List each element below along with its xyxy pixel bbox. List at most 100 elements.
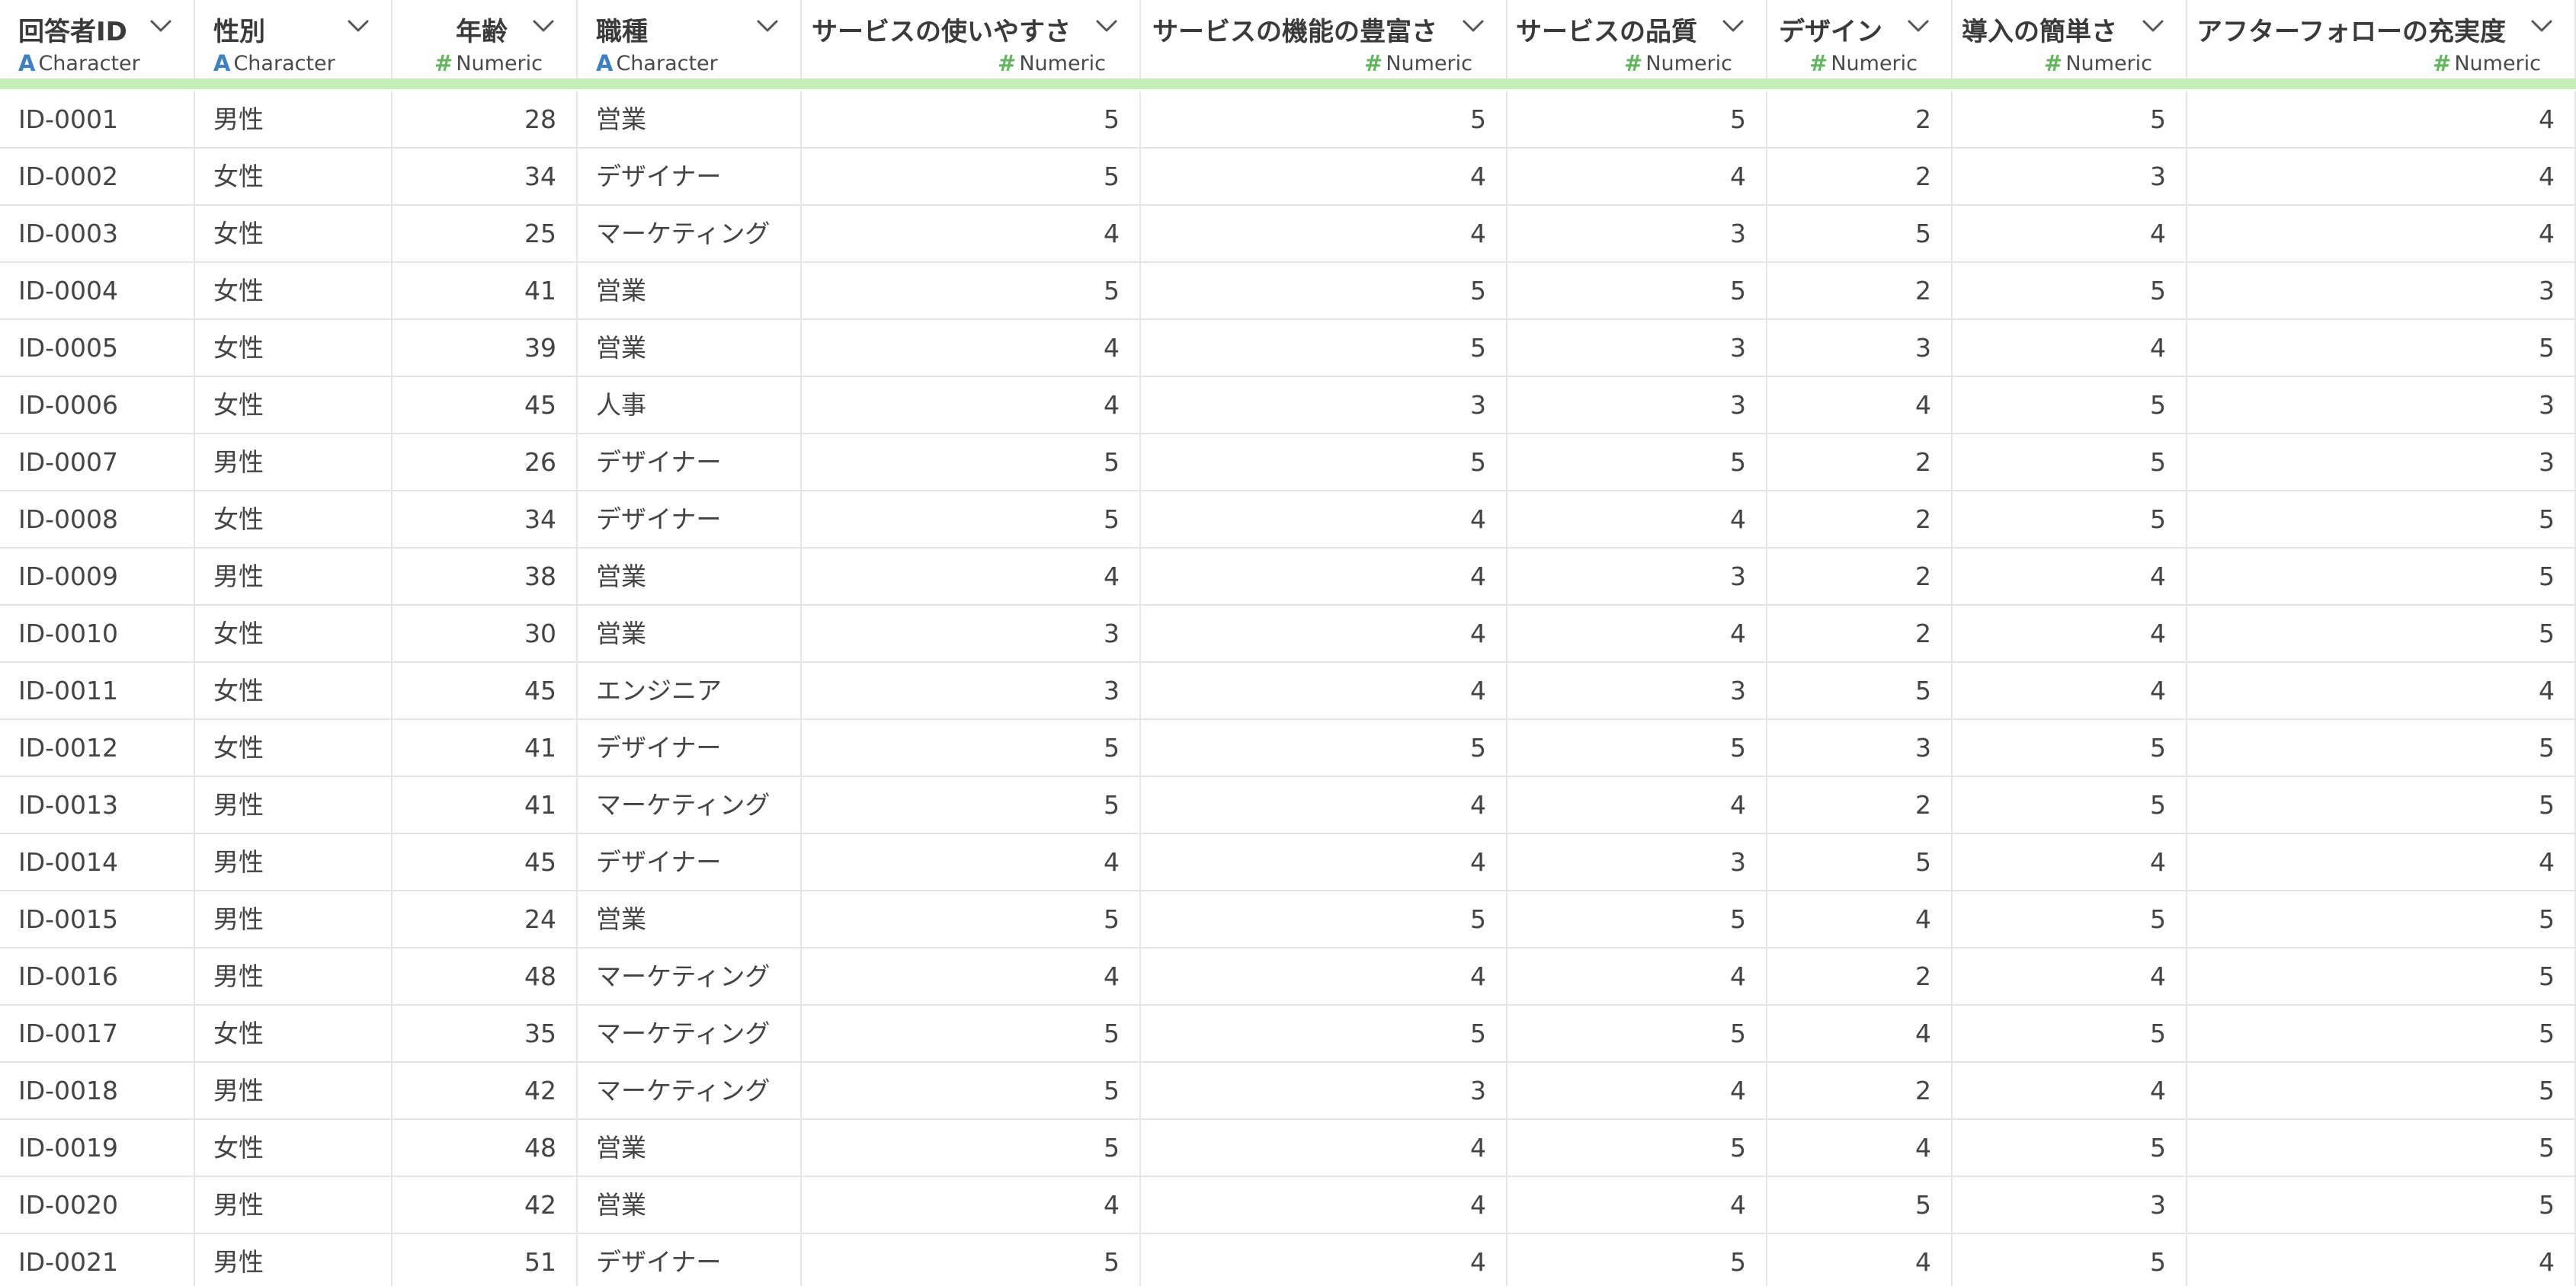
table-cell[interactable]: 営業 — [578, 606, 802, 661]
table-cell[interactable]: 41 — [392, 777, 578, 833]
table-cell[interactable]: 3 — [1507, 320, 1767, 376]
table-cell[interactable]: 30 — [392, 606, 578, 661]
table-cell[interactable]: 4 — [1953, 663, 2187, 718]
table-cell[interactable]: 4 — [1953, 606, 2187, 661]
table-cell[interactable]: 5 — [802, 777, 1141, 833]
table-cell[interactable]: 5 — [1141, 720, 1507, 776]
table-cell[interactable]: ID-0020 — [0, 1177, 195, 1233]
table-cell[interactable]: ID-0013 — [0, 777, 195, 833]
column-header[interactable]: デザイン # Numeric — [1767, 0, 1953, 78]
table-row[interactable]: ID-0010 女性 30 営業 3 4 4 2 4 5 — [0, 606, 2576, 663]
table-cell[interactable]: 2 — [1767, 1063, 1953, 1118]
table-cell[interactable]: 男性 — [195, 91, 392, 147]
table-cell[interactable]: 5 — [802, 434, 1141, 490]
table-cell[interactable]: 3 — [1507, 549, 1767, 604]
table-cell[interactable]: デザイナー — [578, 1234, 802, 1286]
table-cell[interactable]: 26 — [392, 434, 578, 490]
table-cell[interactable]: 45 — [392, 663, 578, 718]
table-cell[interactable]: 5 — [2187, 1177, 2576, 1233]
table-cell[interactable]: 5 — [802, 1063, 1141, 1118]
table-cell[interactable]: 男性 — [195, 891, 392, 947]
table-cell[interactable]: 2 — [1767, 91, 1953, 147]
table-cell[interactable]: 5 — [802, 1006, 1141, 1061]
table-cell[interactable]: ID-0003 — [0, 206, 195, 261]
table-cell[interactable]: 25 — [392, 206, 578, 261]
table-cell[interactable]: 4 — [802, 320, 1141, 376]
table-cell[interactable]: 5 — [1953, 263, 2187, 318]
table-cell[interactable]: 4 — [1141, 491, 1507, 547]
table-cell[interactable]: デザイナー — [578, 834, 802, 890]
table-cell[interactable]: ID-0015 — [0, 891, 195, 947]
table-cell[interactable]: マーケティング — [578, 206, 802, 261]
table-cell[interactable]: 24 — [392, 891, 578, 947]
table-cell[interactable]: 4 — [1953, 549, 2187, 604]
table-cell[interactable]: 営業 — [578, 91, 802, 147]
table-cell[interactable]: デザイナー — [578, 434, 802, 490]
table-cell[interactable]: 4 — [1141, 549, 1507, 604]
table-cell[interactable]: 5 — [1507, 1234, 1767, 1286]
table-cell[interactable]: 4 — [1141, 834, 1507, 890]
column-header[interactable]: サービスの品質 # Numeric — [1507, 0, 1767, 78]
table-cell[interactable]: 5 — [1141, 891, 1507, 947]
chevron-down-icon[interactable] — [1722, 18, 1745, 34]
table-cell[interactable]: ID-0018 — [0, 1063, 195, 1118]
table-cell[interactable]: 4 — [1767, 377, 1953, 433]
table-cell[interactable]: 4 — [1507, 491, 1767, 547]
chevron-down-icon[interactable] — [347, 18, 370, 34]
table-cell[interactable]: 3 — [1507, 834, 1767, 890]
table-cell[interactable]: 女性 — [195, 720, 392, 776]
table-cell[interactable]: 5 — [2187, 949, 2576, 1004]
table-cell[interactable]: 3 — [2187, 263, 2576, 318]
table-cell[interactable]: 5 — [802, 491, 1141, 547]
table-cell[interactable]: ID-0010 — [0, 606, 195, 661]
table-row[interactable]: ID-0017 女性 35 マーケティング 5 5 5 4 5 5 — [0, 1006, 2576, 1063]
table-cell[interactable]: ID-0009 — [0, 549, 195, 604]
column-header[interactable]: 導入の簡単さ # Numeric — [1953, 0, 2187, 78]
table-cell[interactable]: ID-0011 — [0, 663, 195, 718]
table-row[interactable]: ID-0020 男性 42 営業 4 4 4 5 3 5 — [0, 1177, 2576, 1234]
table-cell[interactable]: 男性 — [195, 949, 392, 1004]
table-cell[interactable]: 4 — [1767, 1006, 1953, 1061]
table-cell[interactable]: 48 — [392, 1120, 578, 1176]
table-cell[interactable]: 4 — [1767, 1120, 1953, 1176]
table-cell[interactable]: 5 — [802, 149, 1141, 204]
table-cell[interactable]: 3 — [2187, 377, 2576, 433]
table-cell[interactable]: 4 — [1507, 1063, 1767, 1118]
table-cell[interactable]: 4 — [1507, 949, 1767, 1004]
table-cell[interactable]: マーケティング — [578, 777, 802, 833]
table-cell[interactable]: 女性 — [195, 149, 392, 204]
table-cell[interactable]: 4 — [802, 1177, 1141, 1233]
table-cell[interactable]: 4 — [1141, 949, 1507, 1004]
table-cell[interactable]: 男性 — [195, 1234, 392, 1286]
table-cell[interactable]: 5 — [1953, 1234, 2187, 1286]
table-cell[interactable]: 4 — [2187, 206, 2576, 261]
table-cell[interactable]: 3 — [2187, 434, 2576, 490]
table-cell[interactable]: 営業 — [578, 1177, 802, 1233]
table-cell[interactable]: 2 — [1767, 149, 1953, 204]
table-cell[interactable]: ID-0006 — [0, 377, 195, 433]
table-cell[interactable]: 4 — [1953, 206, 2187, 261]
table-cell[interactable]: ID-0017 — [0, 1006, 195, 1061]
table-row[interactable]: ID-0005 女性 39 営業 4 5 3 3 4 5 — [0, 320, 2576, 377]
table-cell[interactable]: 5 — [802, 1120, 1141, 1176]
table-cell[interactable]: 5 — [1953, 777, 2187, 833]
table-cell[interactable]: 3 — [1141, 377, 1507, 433]
table-cell[interactable]: 2 — [1767, 606, 1953, 661]
table-cell[interactable]: 男性 — [195, 777, 392, 833]
table-cell[interactable]: 38 — [392, 549, 578, 604]
table-cell[interactable]: 営業 — [578, 263, 802, 318]
table-cell[interactable]: 5 — [2187, 549, 2576, 604]
chevron-down-icon[interactable] — [149, 18, 172, 34]
table-cell[interactable]: ID-0014 — [0, 834, 195, 890]
table-row[interactable]: ID-0015 男性 24 営業 5 5 5 4 5 5 — [0, 891, 2576, 949]
chevron-down-icon[interactable] — [2142, 18, 2164, 34]
table-cell[interactable]: 5 — [1953, 1120, 2187, 1176]
table-cell[interactable]: 4 — [2187, 149, 2576, 204]
table-cell[interactable]: 4 — [2187, 1234, 2576, 1286]
table-cell[interactable]: 5 — [802, 891, 1141, 947]
table-cell[interactable]: ID-0019 — [0, 1120, 195, 1176]
table-row[interactable]: ID-0002 女性 34 デザイナー 5 4 4 2 3 4 — [0, 149, 2576, 206]
table-cell[interactable]: 34 — [392, 149, 578, 204]
table-cell[interactable]: 4 — [1141, 1120, 1507, 1176]
table-cell[interactable]: 5 — [1953, 91, 2187, 147]
